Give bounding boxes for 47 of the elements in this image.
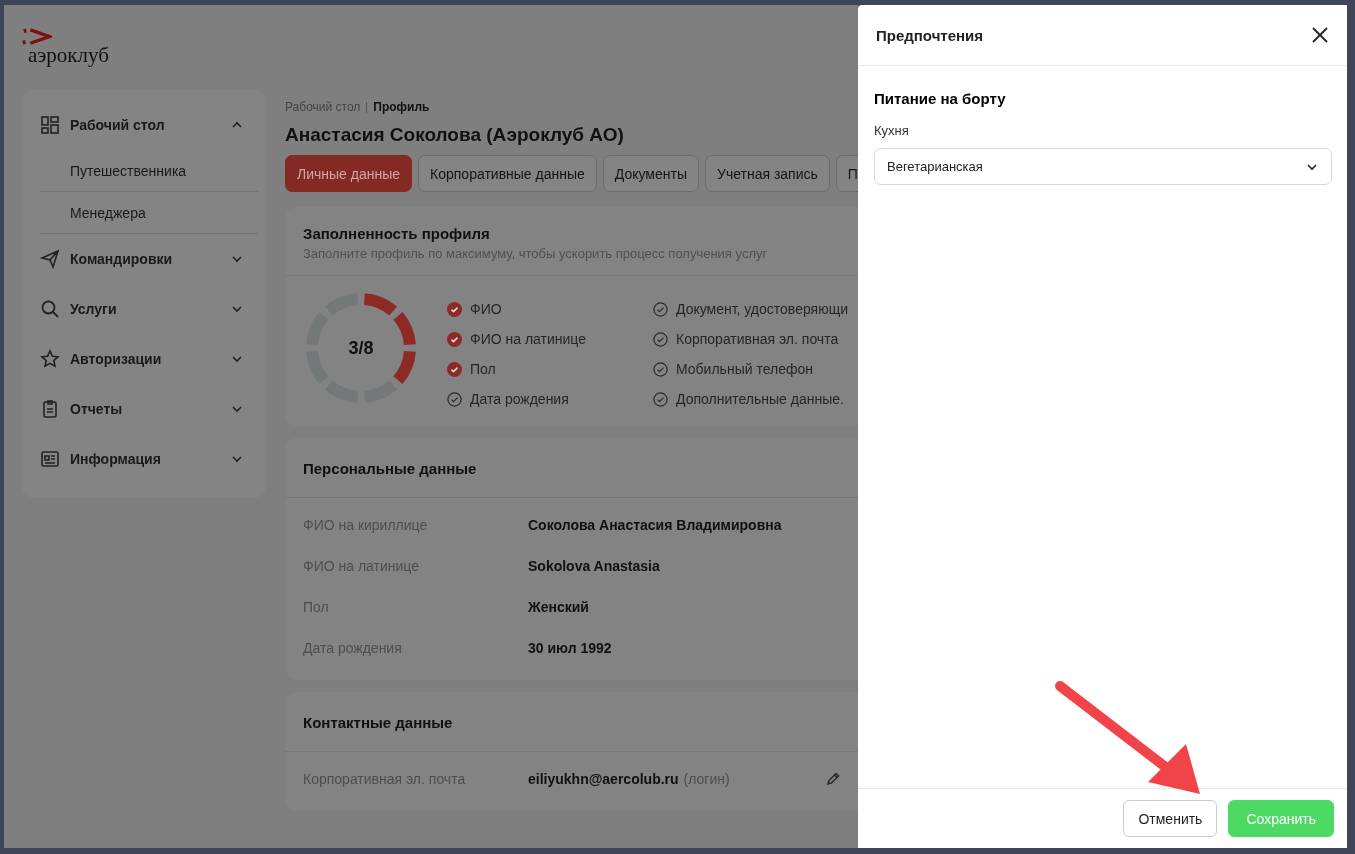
star-icon: [40, 349, 60, 369]
tab[interactable]: Личные данные: [285, 155, 413, 192]
newspaper-icon: [40, 449, 60, 469]
checklist-label: Дополнительные данные.: [676, 391, 844, 407]
field-value: eiliyukhn@aercolub.ru: [528, 770, 679, 787]
sidebar-item[interactable]: Авторизации: [40, 334, 258, 384]
tab[interactable]: Учетная запись: [705, 155, 830, 192]
breadcrumb-current: Профиль: [373, 100, 430, 114]
pencil-icon[interactable]: [826, 771, 840, 786]
dashboard-icon: [40, 115, 60, 135]
sidebar-item[interactable]: Услуги: [40, 284, 258, 334]
tab[interactable]: Корпоративные данные: [418, 155, 597, 192]
sidebar-item[interactable]: Отчеты: [40, 384, 258, 434]
checklist-label: ФИО на латинице: [470, 331, 586, 347]
completion-count: 3/8: [348, 337, 374, 359]
card-title: Заполненность профиля: [303, 225, 491, 242]
drawer-title: Предпочтения: [876, 26, 984, 44]
checklist-label: Документ, удостоверяющи: [676, 301, 848, 317]
sidebar-item[interactable]: Информация: [40, 434, 258, 484]
section-title: Питание на борту: [874, 90, 1007, 107]
card-title: Персональные данные: [303, 460, 478, 477]
sidebar-subitem[interactable]: Менеджера: [40, 192, 258, 234]
logo-mark-icon: [22, 27, 52, 48]
field-value: Sokolova Anastasia: [528, 557, 660, 574]
cancel-button[interactable]: Отменить: [1123, 800, 1218, 837]
checklist-label: Дата рождения: [470, 391, 569, 407]
field-label: Кухня: [874, 123, 910, 138]
checklist-label: Мобильный телефон: [676, 361, 813, 377]
tab[interactable]: Документы: [602, 155, 699, 192]
checklist-label: Корпоративная эл. почта: [676, 331, 839, 347]
cuisine-select[interactable]: Вегетарианская: [874, 148, 1332, 185]
clipboard-icon: [40, 399, 60, 419]
checklist-label: Пол: [470, 361, 496, 377]
tab[interactable]: П: [835, 155, 858, 192]
sidebar-subitem[interactable]: Путешественника: [40, 150, 258, 192]
paper-plane-icon: [40, 249, 60, 269]
search-icon: [40, 299, 60, 319]
sidebar-item[interactable]: Рабочий стол: [40, 100, 258, 150]
field-value: Женский: [528, 598, 589, 615]
sidebar-item[interactable]: Командировки: [40, 234, 258, 284]
field-value: Соколова Анастасия Владимировна: [528, 516, 782, 533]
field-value: 30 июл 1992: [528, 639, 612, 656]
logo-text: аэроклуб: [28, 43, 110, 68]
checklist-label: ФИО: [470, 301, 502, 317]
breadcrumb-link[interactable]: Рабочий стол: [285, 100, 361, 114]
card-title: Контактные данные: [303, 714, 454, 731]
page-title: Анастасия Соколова (Аэроклуб АО): [285, 124, 625, 146]
